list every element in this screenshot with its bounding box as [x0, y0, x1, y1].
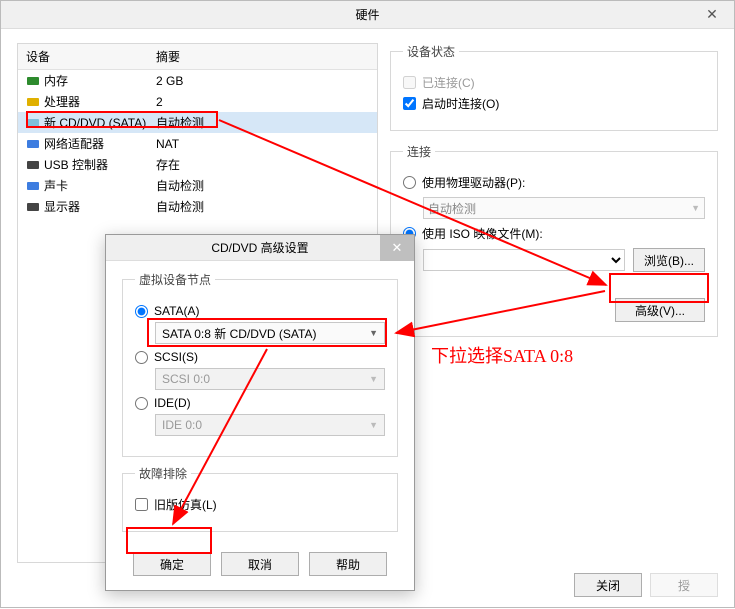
device-summary: NAT — [156, 137, 369, 151]
device-row-sound[interactable]: 声卡 自动检测 — [18, 175, 377, 196]
device-name: 内存 — [44, 72, 68, 89]
sata-select[interactable]: SATA 0:8 新 CD/DVD (SATA) ▼ — [155, 322, 385, 344]
use-physical-radio[interactable] — [403, 176, 416, 189]
window-close-button[interactable]: ✕ — [692, 3, 732, 25]
device-name: 新 CD/DVD (SATA) — [44, 114, 146, 131]
virtual-node-legend: 虚拟设备节点 — [135, 271, 215, 288]
display-icon — [26, 200, 40, 214]
device-row-memory[interactable]: 内存 2 GB — [18, 70, 377, 91]
scsi-label: SCSI(S) — [154, 350, 198, 364]
device-status-legend: 设备状态 — [403, 43, 459, 60]
window-title: 硬件 — [355, 6, 379, 23]
virtual-node-group: 虚拟设备节点 SATA(A) SATA 0:8 新 CD/DVD (SATA) … — [122, 271, 398, 457]
close-icon: ✕ — [706, 6, 718, 23]
settings-panel: 设备状态 已连接(C) 启动时连接(O) 连接 使用物理驱动器(P): 自动检测… — [390, 43, 718, 564]
subdialog-titlebar: CD/DVD 高级设置 ✕ — [106, 235, 414, 261]
title-bar: 硬件 ✕ — [1, 1, 734, 29]
sound-icon — [26, 179, 40, 193]
cancel-button[interactable]: 取消 — [221, 552, 299, 576]
device-summary: 自动检测 — [156, 198, 369, 215]
legacy-row[interactable]: 旧版仿真(L) — [135, 496, 385, 513]
ide-label: IDE(D) — [154, 396, 191, 410]
connect-on-boot-checkbox[interactable] — [403, 97, 416, 110]
help-button[interactable]: 帮助 — [309, 552, 387, 576]
annotation-text: 下拉选择SATA 0:8 — [431, 342, 573, 368]
device-name: 声卡 — [44, 177, 68, 194]
sata-radio[interactable] — [135, 305, 148, 318]
cpu-icon — [26, 95, 40, 109]
cddvd-advanced-dialog: CD/DVD 高级设置 ✕ 虚拟设备节点 SATA(A) SATA 0:8 新 … — [105, 234, 415, 591]
connection-legend: 连接 — [403, 143, 435, 160]
device-row-nic[interactable]: 网络适配器 NAT — [18, 133, 377, 154]
use-physical-row[interactable]: 使用物理驱动器(P): — [403, 174, 705, 191]
device-row-usb[interactable]: USB 控制器 存在 — [18, 154, 377, 175]
troubleshoot-legend: 故障排除 — [135, 465, 191, 482]
subdialog-title: CD/DVD 高级设置 — [211, 239, 308, 256]
chevron-down-icon: ▼ — [369, 328, 378, 338]
memory-icon — [26, 74, 40, 88]
device-summary: 自动检测 — [156, 114, 369, 131]
ok-button[interactable]: 确定 — [133, 552, 211, 576]
scsi-radio[interactable] — [135, 351, 148, 364]
sata-radio-row[interactable]: SATA(A) — [135, 304, 385, 318]
connection-group: 连接 使用物理驱动器(P): 自动检测 ▼ 使用 ISO 映像文件(M): 浏览… — [390, 143, 718, 337]
chevron-down-icon: ▼ — [691, 203, 700, 213]
browse-button[interactable]: 浏览(B)... — [633, 248, 705, 272]
scsi-value: SCSI 0:0 — [162, 372, 210, 386]
device-name: 网络适配器 — [44, 135, 104, 152]
scsi-select[interactable]: SCSI 0:0 ▼ — [155, 368, 385, 390]
subdialog-footer: 确定 取消 帮助 — [106, 552, 414, 590]
iso-path-select[interactable] — [423, 249, 625, 271]
cddvd-icon — [26, 116, 40, 130]
scsi-radio-row[interactable]: SCSI(S) — [135, 350, 385, 364]
summary-col-header: 摘要 — [156, 48, 369, 65]
close-button[interactable]: 关闭 — [574, 573, 642, 597]
close-icon: ✕ — [392, 240, 403, 256]
connected-checkbox-row[interactable]: 已连接(C) — [403, 74, 705, 91]
ide-radio-row[interactable]: IDE(D) — [135, 396, 385, 410]
device-row-cddvd[interactable]: 新 CD/DVD (SATA) 自动检测 — [18, 112, 377, 133]
device-summary: 2 — [156, 95, 369, 109]
physical-drive-select[interactable]: 自动检测 ▼ — [423, 197, 705, 219]
ide-select[interactable]: IDE 0:0 ▼ — [155, 414, 385, 436]
dialog-footer: 关闭 授 — [574, 573, 718, 597]
legacy-checkbox[interactable] — [135, 498, 148, 511]
device-table-header: 设备 摘要 — [18, 44, 377, 70]
troubleshoot-group: 故障排除 旧版仿真(L) — [122, 465, 398, 532]
use-iso-row[interactable]: 使用 ISO 映像文件(M): — [403, 225, 705, 242]
device-status-group: 设备状态 已连接(C) 启动时连接(O) — [390, 43, 718, 131]
chevron-down-icon: ▼ — [369, 420, 378, 430]
usb-icon — [26, 158, 40, 172]
use-iso-label: 使用 ISO 映像文件(M): — [422, 225, 543, 242]
device-summary: 2 GB — [156, 74, 369, 88]
device-summary: 存在 — [156, 156, 369, 173]
device-col-header: 设备 — [26, 48, 156, 65]
device-name: 显示器 — [44, 198, 80, 215]
sata-value: SATA 0:8 新 CD/DVD (SATA) — [162, 325, 316, 342]
legacy-label: 旧版仿真(L) — [154, 496, 217, 513]
connect-on-boot-row[interactable]: 启动时连接(O) — [403, 95, 705, 112]
connect-on-boot-label: 启动时连接(O) — [422, 95, 499, 112]
device-rows: 内存2 GB处理器2新 CD/DVD (SATA)自动检测网络适配器NATUSB… — [18, 70, 377, 217]
subdialog-close-button[interactable]: ✕ — [380, 235, 414, 261]
sata-label: SATA(A) — [154, 304, 200, 318]
connected-label: 已连接(C) — [422, 74, 475, 91]
device-row-display[interactable]: 显示器 自动检测 — [18, 196, 377, 217]
ide-radio[interactable] — [135, 397, 148, 410]
advanced-button[interactable]: 高级(V)... — [615, 298, 705, 322]
physical-drive-value: 自动检测 — [428, 200, 476, 217]
device-name: USB 控制器 — [44, 156, 108, 173]
device-summary: 自动检测 — [156, 177, 369, 194]
help-button-partial[interactable]: 授 — [650, 573, 718, 597]
use-physical-label: 使用物理驱动器(P): — [422, 174, 525, 191]
ide-value: IDE 0:0 — [162, 418, 202, 432]
connected-checkbox[interactable] — [403, 76, 416, 89]
device-row-cpu[interactable]: 处理器 2 — [18, 91, 377, 112]
chevron-down-icon: ▼ — [369, 374, 378, 384]
nic-icon — [26, 137, 40, 151]
subdialog-body: 虚拟设备节点 SATA(A) SATA 0:8 新 CD/DVD (SATA) … — [106, 261, 414, 552]
device-name: 处理器 — [44, 93, 80, 110]
